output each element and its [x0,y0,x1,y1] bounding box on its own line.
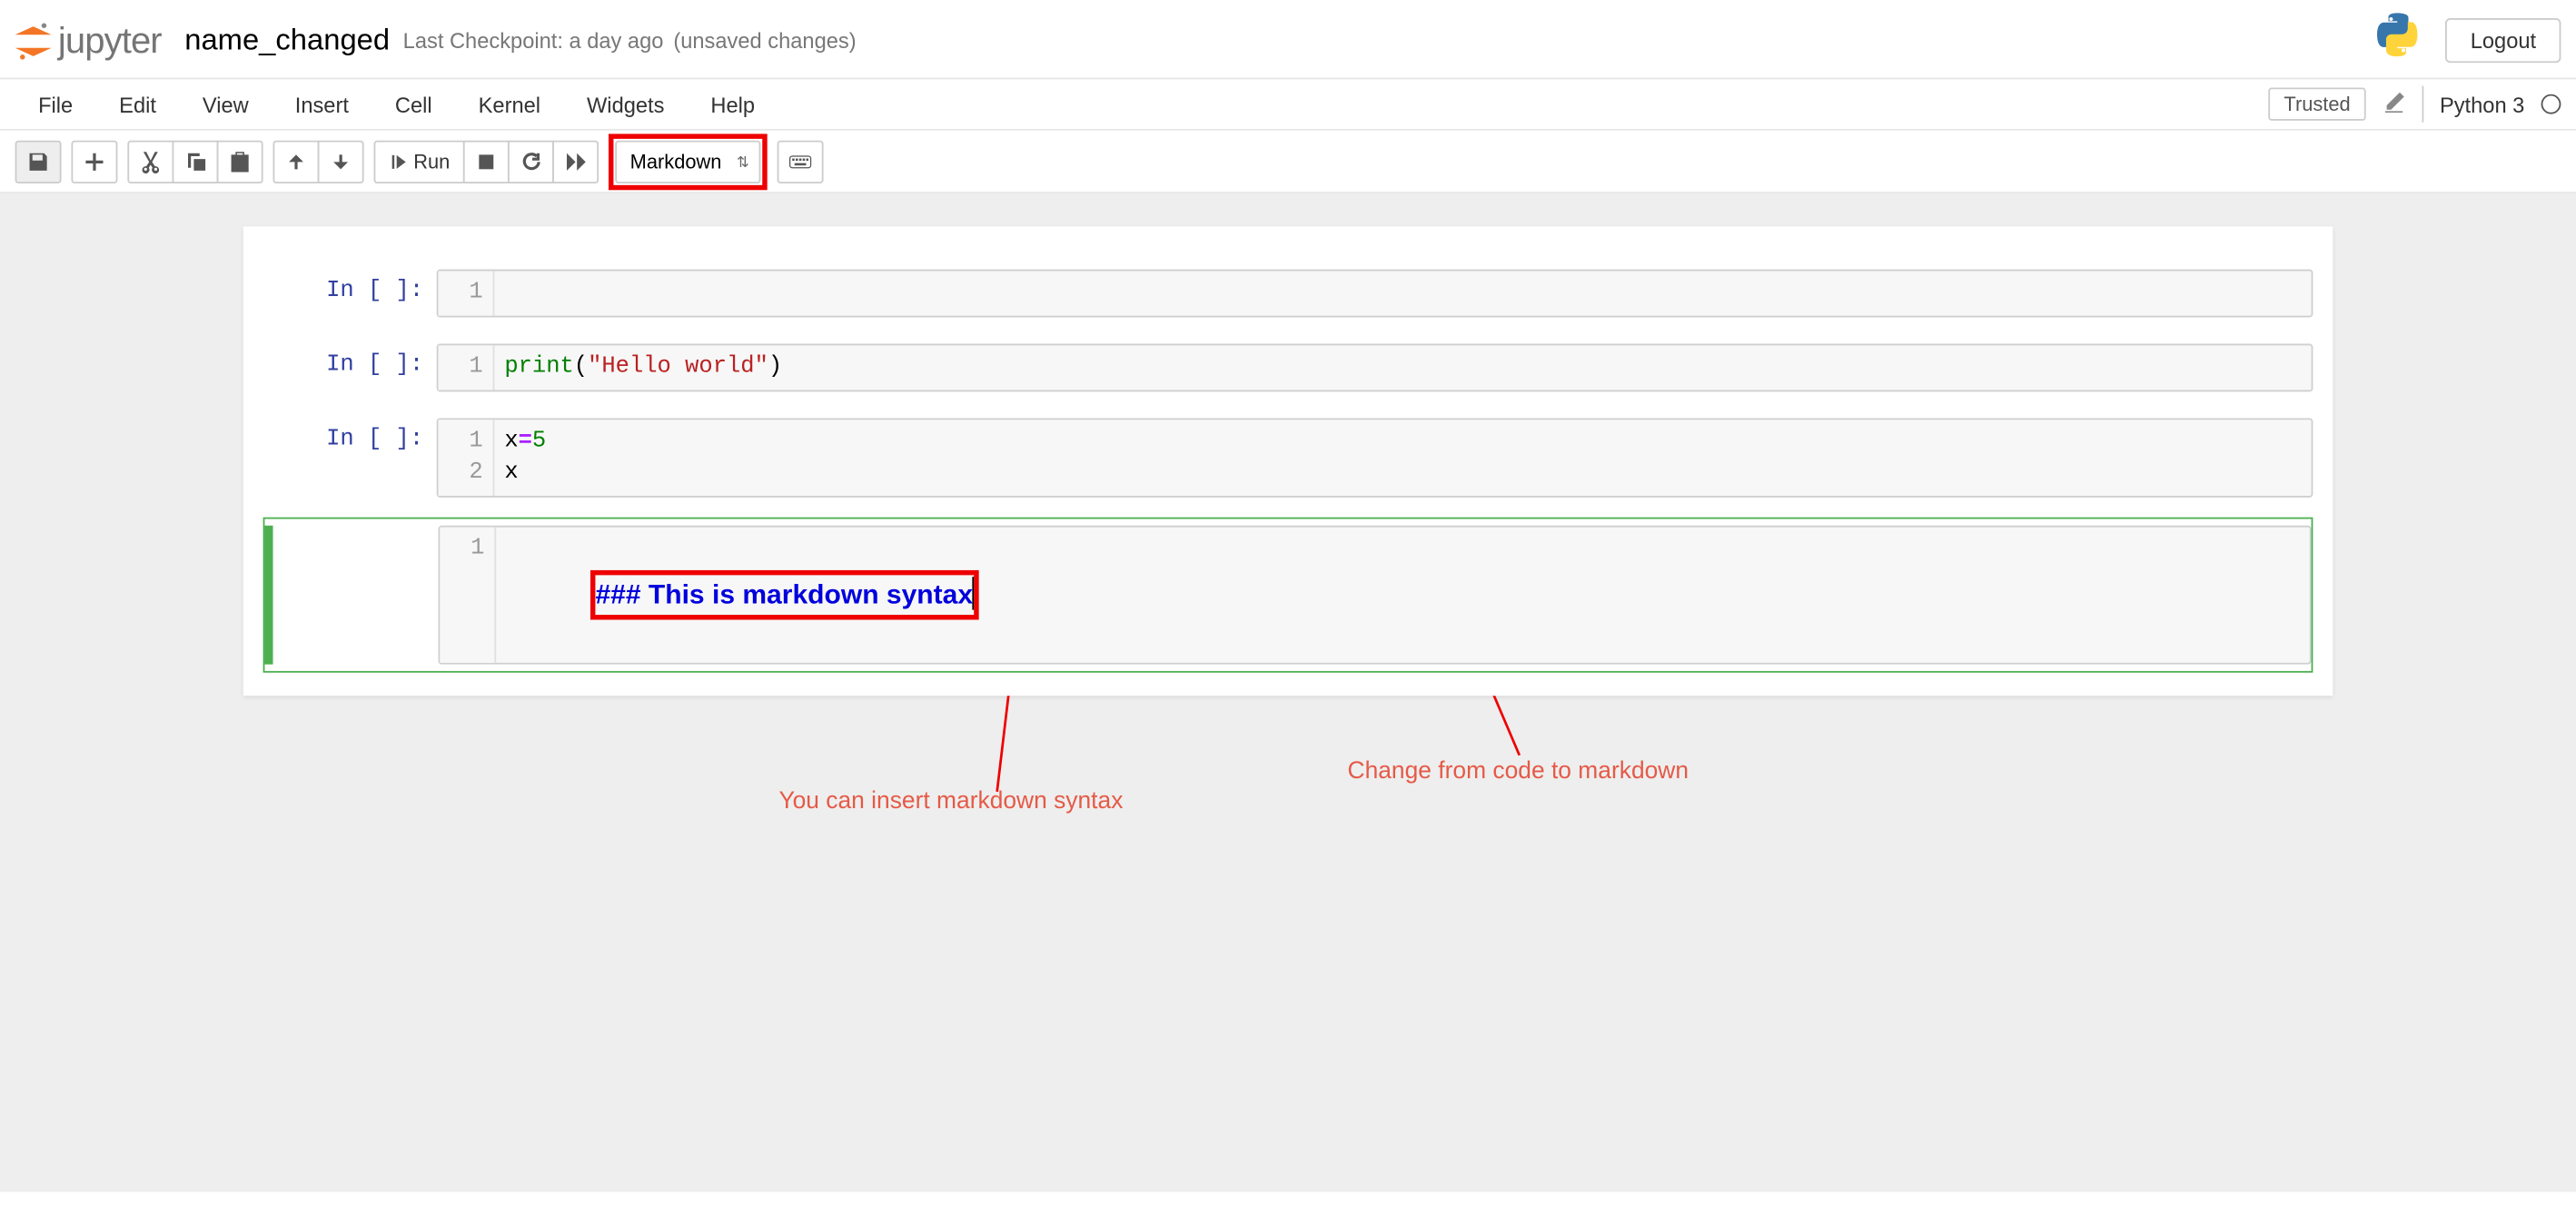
markdown-highlight: ### This is markdown syntax [590,570,979,620]
cell-prompt: In [ ]: [272,418,437,497]
code-body[interactable]: print("Hello world") [494,345,2311,390]
command-palette-button[interactable] [778,140,824,183]
menu-view[interactable]: View [179,82,272,126]
code-body[interactable] [494,271,2311,315]
cell-input[interactable]: 1 print("Hello world") [437,344,2313,392]
code-body[interactable]: x=5 x [494,420,2311,496]
kernel-name[interactable]: Python 3 [2440,92,2524,116]
cell-prompt: In [ ]: [272,270,437,318]
code-cell[interactable]: In [ ]: 1 [263,262,2313,323]
menu-widgets[interactable]: Widgets [563,82,687,126]
text-cursor [973,577,975,609]
save-button[interactable] [15,140,62,183]
restart-button[interactable] [508,140,554,183]
cell-prompt [273,526,439,665]
line-gutter: 1 [439,345,495,390]
python-icon [2373,10,2422,71]
line-gutter: 1 [440,528,496,663]
interrupt-button[interactable] [463,140,510,183]
copy-button[interactable] [172,140,218,183]
cell-type-select[interactable]: Markdown [615,140,760,183]
annotation-markdown-syntax: You can insert markdown syntax [778,788,1123,815]
move-down-button[interactable] [318,140,364,183]
restart-run-all-button[interactable] [552,140,599,183]
notebook-container: In [ ]: 1 In [ ]: 1 print("Hello world")… [243,226,2333,696]
line-gutter: 12 [439,420,495,496]
cut-button[interactable] [127,140,173,183]
add-cell-button[interactable] [71,140,117,183]
annotation-change-markdown: Change from code to markdown [1348,759,1689,785]
pencil-icon[interactable] [2382,90,2404,118]
cell-input[interactable]: 1 [437,270,2313,318]
jupyter-logo[interactable]: jupyter [15,19,162,62]
cell-type-highlight: Markdown ⇅ [609,133,768,190]
unsaved-status: (unsaved changes) [673,28,856,53]
markdown-cell[interactable]: 1 ### This is markdown syntax [263,518,2313,673]
run-label: Run [413,150,450,173]
paste-button[interactable] [217,140,263,183]
menu-kernel[interactable]: Kernel [455,82,563,126]
run-button[interactable]: Run [374,140,465,183]
toolbar: Run Markdown ⇅ [0,131,2576,193]
code-body[interactable]: ### This is markdown syntax [496,528,2310,663]
menu-edit[interactable]: Edit [96,82,180,126]
jupyter-logo-text: jupyter [58,19,162,62]
menu-file[interactable]: File [15,82,96,126]
checkpoint-status: Last Checkpoint: a day ago [403,28,664,53]
move-up-button[interactable] [273,140,320,183]
menu-cell[interactable]: Cell [372,82,455,126]
trusted-badge[interactable]: Trusted [2269,87,2365,120]
kernel-idle-icon [2541,94,2561,114]
cell-prompt: In [ ]: [272,344,437,392]
menubar: File Edit View Insert Cell Kernel Widget… [0,78,2576,131]
markdown-text: ### This is markdown syntax [595,580,973,610]
code-cell[interactable]: In [ ]: 12 x=5 x [263,411,2313,504]
separator [2422,86,2423,123]
menu-insert[interactable]: Insert [272,82,372,126]
jupyter-icon [15,23,52,59]
code-cell[interactable]: In [ ]: 1 print("Hello world") [263,337,2313,398]
notebook-area: In [ ]: 1 In [ ]: 1 print("Hello world")… [0,193,2576,1192]
header: jupyter name_changed Last Checkpoint: a … [0,0,2576,78]
line-gutter: 1 [439,271,495,315]
notebook-name[interactable]: name_changed [184,23,390,57]
cell-input[interactable]: 1 ### This is markdown syntax [439,526,2312,665]
menu-help[interactable]: Help [688,82,778,126]
logout-button[interactable]: Logout [2445,18,2561,63]
cell-input[interactable]: 12 x=5 x [437,418,2313,497]
